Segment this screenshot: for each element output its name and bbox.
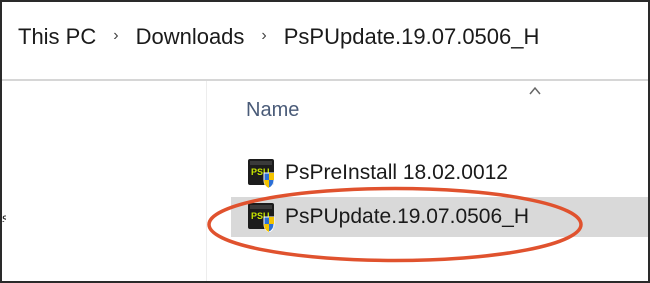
name-column-header[interactable]: Name <box>246 99 299 122</box>
file-list: Name PSU PsPreInstall 18.02.0012 PSU PsP… <box>207 81 648 281</box>
psu-app-icon: PSU <box>248 159 275 188</box>
navigation-pane: s <box>2 81 207 281</box>
breadcrumb: This PC › Downloads › PsPUpdate.19.07.05… <box>18 24 539 50</box>
explorer-window: This PC › Downloads › PsPUpdate.19.07.05… <box>0 0 650 283</box>
nav-item-partial[interactable]: s <box>2 210 6 222</box>
chevron-up-icon <box>529 86 541 95</box>
file-name: PsPreInstall 18.02.0012 <box>285 161 508 184</box>
breadcrumb-separator-icon[interactable]: › <box>261 27 266 45</box>
file-name: PsPUpdate.19.07.0506_H <box>285 205 530 228</box>
breadcrumb-this-pc[interactable]: This PC <box>18 24 96 50</box>
address-bar[interactable]: This PC › Downloads › PsPUpdate.19.07.05… <box>2 2 648 81</box>
file-row-selected[interactable]: PSU PsPUpdate.19.07.0506_H <box>231 197 648 237</box>
breadcrumb-current-folder[interactable]: PsPUpdate.19.07.0506_H <box>284 24 540 50</box>
breadcrumb-downloads[interactable]: Downloads <box>136 24 245 50</box>
breadcrumb-separator-icon[interactable]: › <box>113 27 118 45</box>
file-row[interactable]: PSU PsPreInstall 18.02.0012 <box>231 154 648 192</box>
psu-app-icon: PSU <box>248 203 275 232</box>
